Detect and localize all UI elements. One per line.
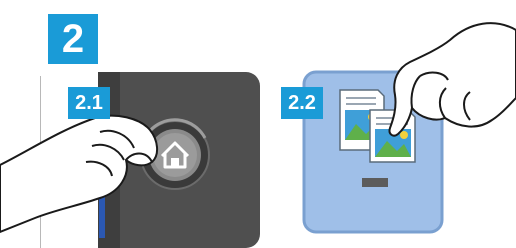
substep-badge-2-2: 2.2 bbox=[281, 87, 323, 119]
instruction-illustration bbox=[0, 22, 516, 248]
substep-badge-2-1: 2.1 bbox=[68, 87, 110, 119]
hand-touching-screen-icon bbox=[388, 22, 516, 137]
